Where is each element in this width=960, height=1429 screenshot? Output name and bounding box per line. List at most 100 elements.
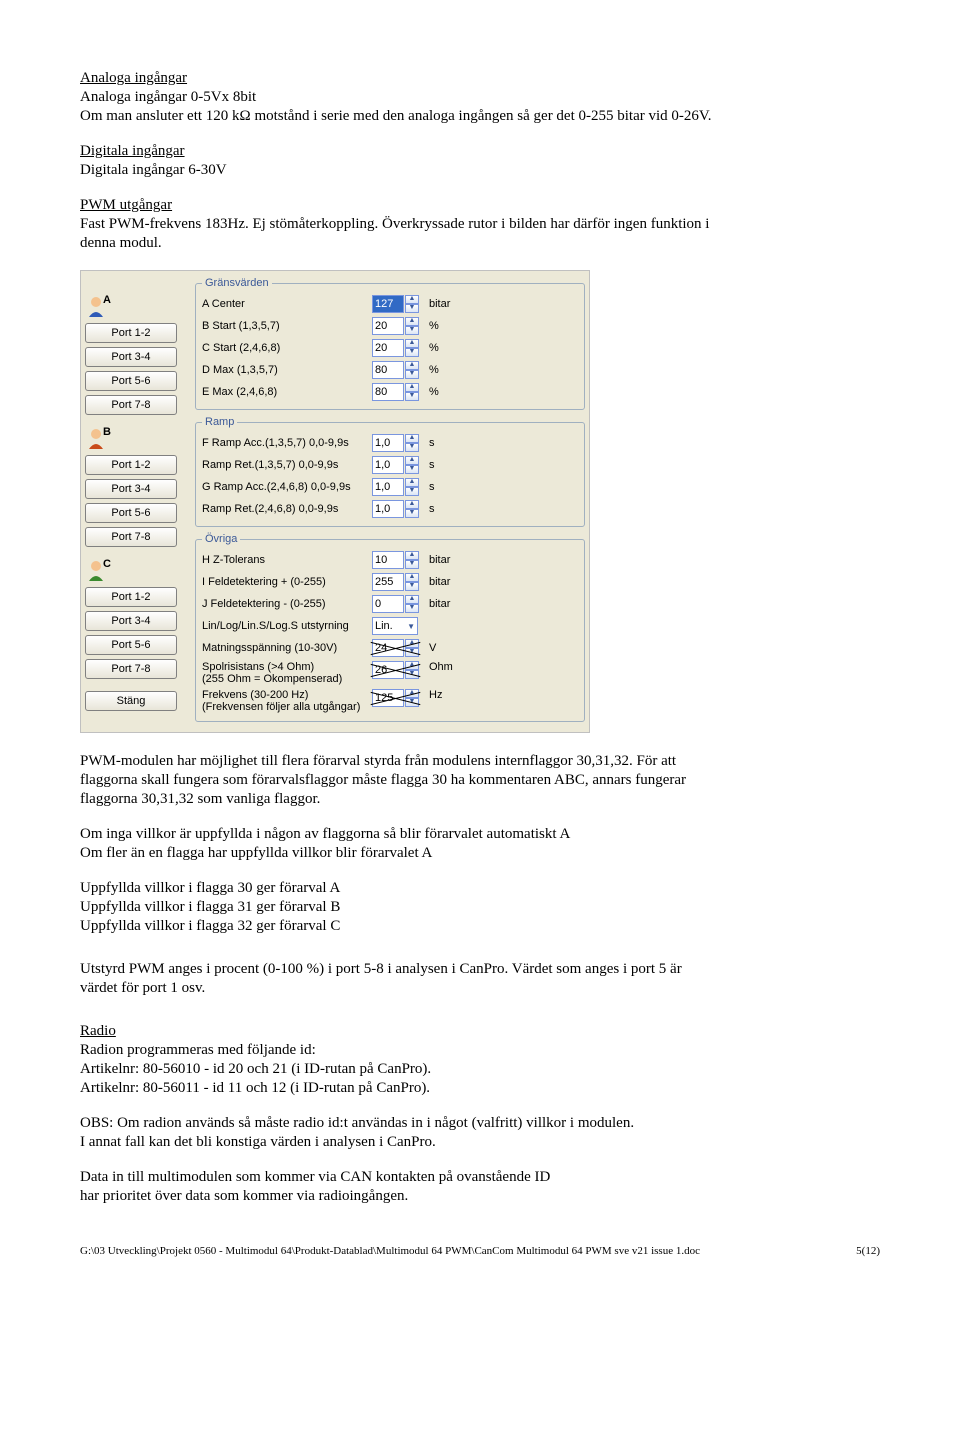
param-unit: bitar xyxy=(429,298,459,310)
arrow-down-icon[interactable]: ▼ xyxy=(405,560,419,569)
param-row: Ramp Ret.(2,4,6,8) 0,0-9,9s▲▼s xyxy=(202,498,578,520)
svg-text:C: C xyxy=(103,558,111,570)
port-button[interactable]: Port 3-4 xyxy=(85,611,177,631)
param-input[interactable] xyxy=(372,383,404,401)
arrow-down-icon[interactable]: ▼ xyxy=(405,648,419,657)
frek-input[interactable] xyxy=(372,689,404,707)
legend-gransvarden: Gränsvärden xyxy=(202,277,272,289)
arrow-up-icon[interactable]: ▲ xyxy=(405,317,419,326)
arrow-up-icon[interactable]: ▲ xyxy=(405,595,419,604)
param-input[interactable] xyxy=(372,295,404,313)
arrow-up-icon[interactable]: ▲ xyxy=(405,383,419,392)
arrow-up-icon[interactable]: ▲ xyxy=(405,661,419,670)
text-analog-line: Analoga ingångar 0-5Vx 8bit xyxy=(80,89,880,106)
heading-radio: Radio xyxy=(80,1023,880,1040)
port-button[interactable]: Port 7-8 xyxy=(85,659,177,679)
arrow-down-icon[interactable]: ▼ xyxy=(405,370,419,379)
arrow-down-icon[interactable]: ▼ xyxy=(405,392,419,401)
param-input[interactable] xyxy=(372,317,404,335)
arrow-down-icon[interactable]: ▼ xyxy=(405,670,419,679)
arrow-up-icon[interactable]: ▲ xyxy=(405,434,419,443)
port-button[interactable]: Port 1-2 xyxy=(85,323,177,343)
unit-hz: Hz xyxy=(429,689,459,701)
text-pwm2: denna modul. xyxy=(80,235,880,252)
port-button[interactable]: Port 7-8 xyxy=(85,527,177,547)
arrow-down-icon[interactable]: ▼ xyxy=(405,443,419,452)
crossed-spin: ▲▼ xyxy=(372,689,419,707)
param-unit: % xyxy=(429,364,459,376)
arrow-down-icon[interactable]: ▼ xyxy=(405,326,419,335)
chevron-down-icon: ▼ xyxy=(407,622,415,631)
port-button[interactable]: Port 5-6 xyxy=(85,635,177,655)
arrow-up-icon[interactable]: ▲ xyxy=(405,639,419,648)
param-label: C Start (2,4,6,8) xyxy=(202,342,372,354)
param-unit: bitar xyxy=(429,576,459,588)
arrow-down-icon[interactable]: ▼ xyxy=(405,509,419,518)
param-row: I Feldetektering + (0-255)▲▼bitar xyxy=(202,571,578,593)
param-input[interactable] xyxy=(372,573,404,591)
param-input[interactable] xyxy=(372,551,404,569)
matning-input[interactable] xyxy=(372,639,404,657)
arrow-down-icon[interactable]: ▼ xyxy=(405,604,419,613)
arrow-up-icon[interactable]: ▲ xyxy=(405,456,419,465)
row-frekvens: Frekvens (30-200 Hz) (Frekvensen följer … xyxy=(202,687,578,715)
port-button[interactable]: Port 1-2 xyxy=(85,587,177,607)
legend-ovriga: Övriga xyxy=(202,533,240,545)
page-footer: G:\03 Utveckling\Projekt 0560 - Multimod… xyxy=(80,1245,880,1257)
port-button[interactable]: Port 5-6 xyxy=(85,371,177,391)
arrow-up-icon[interactable]: ▲ xyxy=(405,478,419,487)
arrow-up-icon[interactable]: ▲ xyxy=(405,689,419,698)
param-row: G Ramp Acc.(2,4,6,8) 0,0-9,9s▲▼s xyxy=(202,476,578,498)
param-unit: bitar xyxy=(429,554,459,566)
arrow-up-icon[interactable]: ▲ xyxy=(405,295,419,304)
param-input[interactable] xyxy=(372,361,404,379)
heading-analog: Analoga ingångar xyxy=(80,70,880,87)
label-lin: Lin/Log/Lin.S/Log.S utstyrning xyxy=(202,620,372,632)
param-unit: s xyxy=(429,481,459,493)
param-input[interactable] xyxy=(372,339,404,357)
param-input[interactable] xyxy=(372,434,404,452)
crossed-spin: ▲▼ xyxy=(372,639,419,657)
crossed-spin: ▲▼ xyxy=(372,661,419,679)
port-button[interactable]: Port 3-4 xyxy=(85,479,177,499)
unit-ohm: Ohm xyxy=(429,661,459,673)
row-matning: Matningsspänning (10-30V) ▲▼ V xyxy=(202,637,578,659)
arrow-up-icon[interactable]: ▲ xyxy=(405,500,419,509)
param-input[interactable] xyxy=(372,456,404,474)
arrow-up-icon[interactable]: ▲ xyxy=(405,361,419,370)
param-input[interactable] xyxy=(372,478,404,496)
para-data: Data in till multimodulen som kommer via… xyxy=(80,1169,880,1205)
close-button[interactable]: Stäng xyxy=(85,691,177,711)
param-row: H Z-Tolerans ▲▼ bitar xyxy=(202,549,578,571)
port-button[interactable]: Port 3-4 xyxy=(85,347,177,367)
para-conditions: Om inga villkor är uppfyllda i någon av … xyxy=(80,826,880,862)
arrow-up-icon[interactable]: ▲ xyxy=(405,339,419,348)
unit-v: V xyxy=(429,642,459,654)
port-button[interactable]: Port 1-2 xyxy=(85,455,177,475)
person-a-icon: A xyxy=(85,293,111,319)
combo-lin[interactable]: Lin. ▼ xyxy=(372,617,418,635)
arrow-down-icon[interactable]: ▼ xyxy=(405,487,419,496)
arrow-down-icon[interactable]: ▼ xyxy=(405,348,419,357)
footer-path: G:\03 Utveckling\Projekt 0560 - Multimod… xyxy=(80,1245,700,1257)
spol-input[interactable] xyxy=(372,661,404,679)
arrow-up-icon[interactable]: ▲ xyxy=(405,573,419,582)
param-row: A Center▲▼bitar xyxy=(202,293,578,315)
group-ramp: Ramp F Ramp Acc.(1,3,5,7) 0,0-9,9s▲▼s Ra… xyxy=(195,416,585,527)
footer-page: 5(12) xyxy=(856,1245,880,1257)
section-pwm: PWM utgångar Fast PWM-frekvens 183Hz. Ej… xyxy=(80,197,880,252)
param-label: F Ramp Acc.(1,3,5,7) 0,0-9,9s xyxy=(202,437,372,449)
param-input[interactable] xyxy=(372,595,404,613)
param-input[interactable] xyxy=(372,500,404,518)
para-utstyrd: Utstyrd PWM anges i procent (0-100 %) i … xyxy=(80,961,880,997)
arrow-down-icon[interactable]: ▼ xyxy=(405,582,419,591)
group-ovriga: Övriga H Z-Tolerans▲▼bitarI Feldetekteri… xyxy=(195,533,585,722)
arrow-down-icon[interactable]: ▼ xyxy=(405,304,419,313)
port-button[interactable]: Port 7-8 xyxy=(85,395,177,415)
param-label: H Z-Tolerans xyxy=(202,554,372,566)
arrow-down-icon[interactable]: ▼ xyxy=(405,698,419,707)
port-button[interactable]: Port 5-6 xyxy=(85,503,177,523)
arrow-down-icon[interactable]: ▼ xyxy=(405,465,419,474)
arrow-up-icon[interactable]: ▲ xyxy=(405,551,419,560)
legend-ramp: Ramp xyxy=(202,416,237,428)
